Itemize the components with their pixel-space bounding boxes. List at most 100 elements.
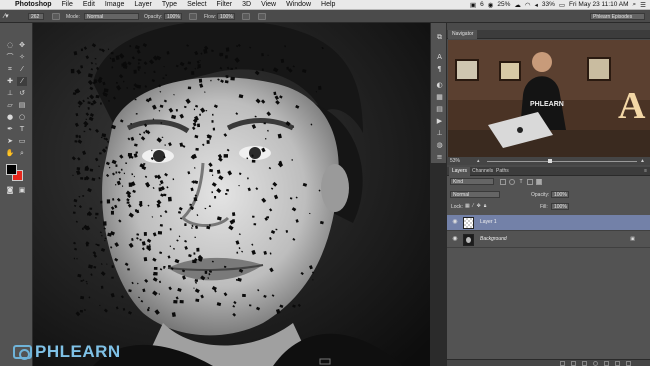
delete-layer-icon[interactable] — [626, 361, 631, 366]
menu-edit[interactable]: Edit — [78, 0, 100, 10]
lock-position-icon[interactable]: ✥ — [477, 203, 481, 209]
path-select-icon[interactable]: ➤ — [5, 137, 15, 146]
document-canvas[interactable] — [33, 23, 430, 366]
screen-mode-icon[interactable]: ▣ — [17, 186, 27, 195]
record-icon[interactable]: ◉ — [488, 1, 494, 9]
swatches-panel-icon[interactable]: ▦ — [434, 93, 445, 102]
paragraph-panel-icon[interactable]: ¶ — [434, 65, 445, 74]
quick-mask-icon[interactable]: ◙ — [5, 186, 15, 195]
lasso-icon[interactable]: ⌒ — [5, 53, 15, 62]
add-mask-icon[interactable] — [582, 361, 587, 366]
blur-icon[interactable]: ● — [5, 113, 15, 122]
mode-select[interactable]: Normal — [84, 13, 139, 20]
filter-adjustment-icon[interactable] — [509, 179, 515, 185]
visibility-eye-icon[interactable]: ◉ — [451, 219, 459, 226]
brush-panel-icon[interactable]: ≡ — [434, 153, 445, 162]
navigator-zoom-slider[interactable] — [487, 161, 637, 162]
eraser-icon[interactable]: ▱ — [5, 101, 15, 110]
marquee-icon[interactable]: ◌ — [5, 41, 15, 50]
layer-name[interactable]: Background — [480, 236, 507, 242]
flow-field[interactable]: 100% — [217, 13, 235, 20]
brush-preset-icon[interactable]: ⁄▾ — [4, 13, 18, 20]
airbrush-icon[interactable] — [242, 13, 250, 20]
clone-source-panel-icon[interactable]: ⊥ — [434, 129, 445, 138]
adobe-icon[interactable]: ▣ — [470, 1, 476, 9]
status-count[interactable]: 6 — [480, 1, 484, 8]
layer-opacity-field[interactable]: 100% — [551, 191, 569, 198]
volume-status[interactable]: 33% — [542, 1, 555, 8]
volume-icon[interactable]: ◂ — [535, 1, 538, 9]
menu-select[interactable]: Select — [182, 0, 211, 10]
pen-icon[interactable]: ✒ — [5, 125, 15, 134]
foreground-color-swatch[interactable] — [6, 164, 17, 175]
layer-filter-kind[interactable]: Kind — [450, 178, 494, 185]
pressure-size-icon[interactable] — [258, 13, 266, 20]
menu-file[interactable]: File — [57, 0, 78, 10]
history-panel-icon[interactable]: ⧉ — [434, 33, 445, 42]
wifi-icon[interactable]: ◠ — [525, 1, 531, 9]
menu-help[interactable]: Help — [316, 0, 340, 10]
menu-filter[interactable]: Filter — [212, 0, 238, 10]
adjustment-layer-icon[interactable] — [593, 361, 598, 366]
zoom-in-icon[interactable]: ▲ — [640, 158, 645, 164]
menu-3d[interactable]: 3D — [237, 0, 256, 10]
visibility-eye-icon[interactable]: ◉ — [451, 236, 459, 243]
layer-row-background[interactable]: ◉ Background ▣ — [447, 232, 650, 248]
brush-panel-icon[interactable] — [52, 13, 60, 20]
menu-image[interactable]: Image — [100, 0, 129, 10]
dodge-icon[interactable]: ○ — [17, 113, 27, 122]
navigator-tab[interactable]: Navigator — [448, 30, 478, 39]
lock-all-icon[interactable]: 🔒︎ — [484, 203, 487, 209]
lock-pixels-icon[interactable]: ⁄ — [473, 203, 474, 209]
color-panel-icon[interactable]: ◍ — [434, 141, 445, 150]
type-icon[interactable]: T — [17, 125, 27, 134]
notifications-icon[interactable]: ☰ — [640, 1, 646, 9]
filter-toggle[interactable] — [537, 179, 541, 184]
zoom-icon[interactable]: ⌕ — [17, 149, 27, 158]
tab-layers[interactable]: Layers — [449, 167, 471, 176]
battery-status[interactable]: 25% — [497, 1, 510, 8]
filter-pixel-icon[interactable] — [500, 179, 506, 185]
layer-row-layer-1[interactable]: ◉ Layer 1 — [447, 215, 650, 231]
new-group-icon[interactable] — [604, 361, 609, 366]
blend-mode-select[interactable]: Normal — [450, 191, 500, 198]
character-panel-icon[interactable]: A — [434, 53, 445, 62]
cloud-icon[interactable]: ☁ — [514, 1, 521, 9]
filter-shape-icon[interactable] — [527, 179, 533, 185]
eyedropper-icon[interactable]: ⁄ — [17, 65, 27, 74]
filter-type-icon[interactable]: T — [518, 179, 524, 185]
pressure-opacity-icon[interactable] — [189, 13, 197, 20]
clock[interactable]: Fri May 23 11:10 AM — [569, 1, 629, 8]
opacity-field[interactable]: 100% — [164, 13, 182, 20]
link-layers-icon[interactable] — [560, 361, 565, 366]
menu-type[interactable]: Type — [157, 0, 182, 10]
crop-icon[interactable]: ⌗ — [5, 65, 15, 74]
zoom-out-icon[interactable]: ▴ — [477, 158, 480, 164]
layer-name[interactable]: Layer 1 — [480, 219, 497, 225]
navigator-zoom-handle[interactable] — [548, 159, 552, 163]
workspace-select[interactable]: Phlearn Episodes — [590, 13, 645, 20]
battery-icon[interactable]: ▭ — [559, 1, 565, 9]
tab-paths[interactable]: Paths — [493, 167, 512, 176]
layer-style-icon[interactable] — [571, 361, 576, 366]
history-brush-icon[interactable]: ↺ — [17, 89, 27, 98]
magic-wand-icon[interactable]: ✧ — [17, 53, 27, 62]
menu-app-name[interactable]: Photoshop — [10, 0, 57, 10]
actions-panel-icon[interactable]: ▶ — [434, 117, 445, 126]
menu-window[interactable]: Window — [281, 0, 316, 10]
navigator-preview[interactable]: A PHLEARN — [448, 40, 650, 157]
brush-size-field[interactable]: 262 — [28, 13, 44, 20]
gradient-icon[interactable]: ▤ — [17, 101, 27, 110]
spotlight-icon[interactable]: ⌕ — [633, 1, 637, 9]
hand-icon[interactable]: ✋ — [5, 149, 15, 158]
panel-menu-icon[interactable]: ≡ — [644, 167, 647, 176]
lock-transparency-icon[interactable]: ▦ — [465, 203, 470, 209]
move-icon[interactable]: ✥ — [17, 41, 27, 50]
brush-icon[interactable]: ⁄ — [17, 77, 27, 86]
menu-view[interactable]: View — [256, 0, 281, 10]
menu-layer[interactable]: Layer — [129, 0, 157, 10]
new-layer-icon[interactable] — [615, 361, 620, 366]
fill-field[interactable]: 100% — [551, 203, 569, 210]
clone-stamp-icon[interactable]: ⊥ — [5, 89, 15, 98]
shape-icon[interactable]: ▭ — [17, 137, 27, 146]
